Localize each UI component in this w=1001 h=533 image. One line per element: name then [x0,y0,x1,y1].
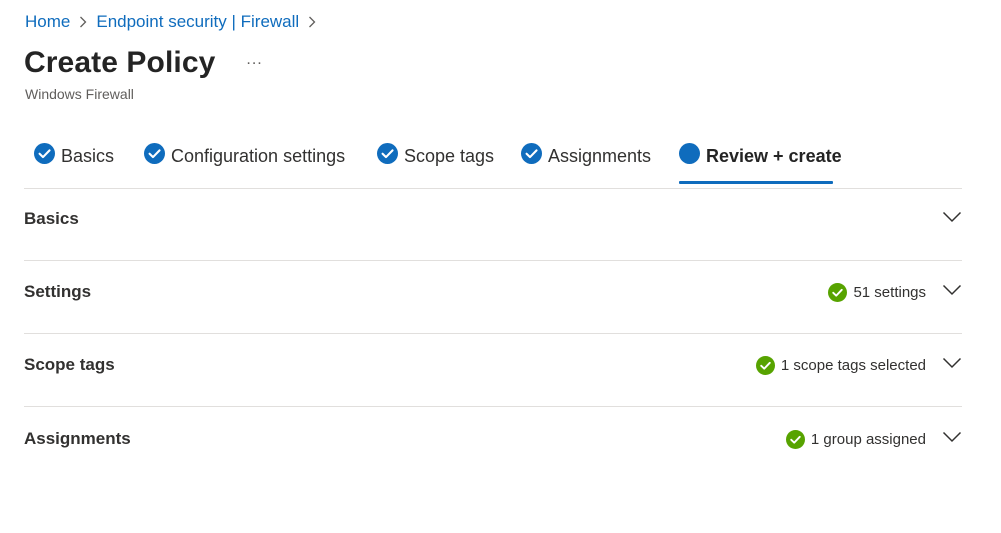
breadcrumb-home[interactable]: Home [25,12,70,32]
section-status: 1 scope tags selected [755,356,926,375]
step-label: Configuration settings [171,146,346,166]
step-label: Scope tags [404,146,495,166]
section-title: Scope tags [24,355,115,374]
check-circle-icon [377,143,398,164]
chevron-down-icon[interactable] [942,431,962,443]
section-divider [24,333,962,334]
step-scope-tags[interactable]: Scope tags [377,140,494,188]
step-configuration-settings[interactable]: Configuration settings [144,140,345,188]
filled-circle-icon [679,143,700,164]
title-row: Create Policy ... [24,46,263,80]
wizard-steps: Basics Configuration settings Scope tags… [24,140,962,189]
chevron-down-icon[interactable] [942,284,962,296]
section-scope-tags[interactable]: Scope tags 1 scope tags selected [24,335,962,407]
section-divider [24,260,962,261]
status-text: 51 settings [853,284,926,301]
step-label: Review + create [706,146,842,166]
step-label: Assignments [548,146,652,166]
chevron-right-icon [308,16,316,28]
section-title: Assignments [24,429,131,448]
check-circle-icon [34,143,55,164]
page-title: Create Policy [24,46,216,79]
step-label: Basics [61,146,115,166]
section-assignments[interactable]: Assignments 1 group assigned [24,409,962,481]
section-settings[interactable]: Settings 51 settings [24,262,962,334]
check-circle-icon [755,356,775,375]
status-text: 1 scope tags selected [780,357,926,374]
step-assignments[interactable]: Assignments [521,140,651,188]
section-title: Basics [24,209,79,228]
section-status: 1 group assigned [785,430,926,449]
status-text: 1 group assigned [810,431,926,448]
page-subtitle: Windows Firewall [25,86,134,102]
check-circle-icon [521,143,542,164]
chevron-down-icon[interactable] [942,357,962,369]
section-title: Settings [24,282,92,301]
check-circle-icon [144,143,165,164]
chevron-right-icon [79,16,87,28]
breadcrumb: Home Endpoint security | Firewall [25,12,325,32]
more-options-button[interactable]: ... [246,51,262,69]
check-circle-icon [785,430,805,449]
step-review-create[interactable]: Review + create [679,140,842,188]
section-divider [24,406,962,407]
active-step-indicator [679,181,833,184]
section-basics[interactable]: Basics [24,189,962,261]
breadcrumb-endpoint-security[interactable]: Endpoint security | Firewall [96,12,299,32]
chevron-down-icon[interactable] [942,211,962,223]
section-status: 51 settings [828,283,926,302]
step-basics[interactable]: Basics [34,140,114,188]
check-circle-icon [828,283,848,302]
